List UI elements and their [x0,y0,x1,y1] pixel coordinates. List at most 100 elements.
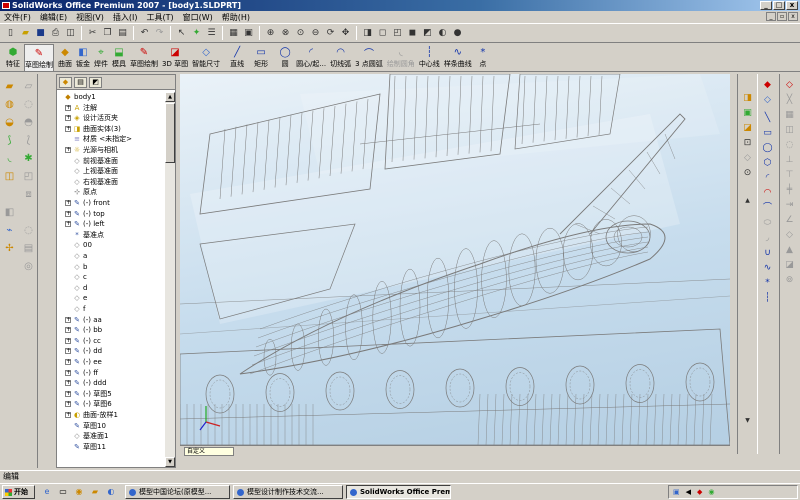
tree-item[interactable]: ◇ 右视基准面 [57,177,165,188]
tool-11-icon[interactable]: ◇ [783,229,796,242]
tree-expand-toggle[interactable]: + [65,380,71,387]
scroll-up-arrow[interactable]: ▲ [165,92,175,102]
cut-icon[interactable]: ✂ [86,27,99,40]
cmd-rectangle[interactable]: ▭ 矩形 [254,44,268,72]
rect-small-icon[interactable]: ▭ [761,127,774,140]
tangent-arc-small-icon[interactable]: ◠ [761,187,774,200]
doc-restore-button[interactable]: ▫ [777,12,787,21]
centerline-small-icon[interactable]: ┆ [761,292,774,305]
menu-help[interactable]: 帮助(H) [222,12,250,23]
menu-file[interactable]: 文件(F) [4,12,31,23]
tree-item[interactable]: + ✎ (-) bb [57,325,165,336]
extrude-cut-icon[interactable]: ▱ [22,80,35,93]
tool-6-icon[interactable]: ⊥ [783,154,796,167]
cmd-sketch-fillet[interactable]: ◟ 绘制圆角 [387,44,415,72]
fillet-icon[interactable]: ◟ [3,152,16,165]
tree-item[interactable]: + ✎ (-) ee [57,357,165,368]
cmd-3d-sketch[interactable]: ◪ 3D 草图 [162,44,188,72]
redo-icon[interactable]: ↷ [153,27,166,40]
tree-item[interactable]: + ✎ (-) aa [57,315,165,326]
tool-3-icon[interactable]: ▦ [783,109,796,122]
polygon-small-icon[interactable]: ⬡ [761,157,774,170]
desktop-icon[interactable]: ▭ [57,486,69,498]
tree-item[interactable]: ≡ 材质 <未指定> [57,134,165,145]
rotate-icon[interactable]: ⟳ [324,27,337,40]
section-view-icon[interactable]: ◩ [421,27,434,40]
spline-small-icon[interactable]: ∿ [761,262,774,275]
top-view-icon[interactable]: ◪ [741,122,754,135]
print-preview-icon[interactable]: ◫ [64,27,77,40]
network-icon[interactable]: ▣ [673,488,680,496]
circular-pattern-icon[interactable]: ◎ [22,260,35,273]
tree-expand-toggle[interactable]: + [65,104,71,111]
tree-expand-toggle[interactable]: + [65,200,71,206]
zoom-area-icon[interactable]: ⊗ [279,27,292,40]
tree-expand-toggle[interactable]: + [65,210,71,217]
sketch-toolbar-icon[interactable]: ◆ [761,79,774,92]
shaded-icon[interactable]: ◼ [406,27,419,40]
taskbar-task-model[interactable]: 模型设计制作技术交流... [233,485,343,499]
volume-icon[interactable]: ◀ [686,488,691,496]
doc-minimize-button[interactable]: _ [766,12,776,21]
tool-10-icon[interactable]: ∠ [783,214,796,227]
tree-expand-toggle[interactable]: + [65,316,71,323]
zoom-fit-icon[interactable]: ⊕ [264,27,277,40]
tree-item[interactable]: ◇ f [57,304,165,315]
tree-item[interactable]: + ✎ (-) top [57,209,165,220]
shell-icon[interactable]: ◫ [3,170,16,183]
smart-dim-small-icon[interactable]: ◇ [761,94,774,107]
tree-item[interactable]: + ◨ 曲面实体(3) [57,124,165,135]
tree-item[interactable]: ◇ b [57,262,165,273]
cmd-tangent-arc[interactable]: ◠ 切线弧 [330,44,351,72]
tree-item[interactable]: ◇ 上视基准面 [57,166,165,177]
tree-item[interactable]: + A 注解 [57,103,165,114]
point-small-icon[interactable]: * [761,277,774,290]
partial-ellipse-small-icon[interactable]: ◞ [761,232,774,245]
options-icon[interactable]: ☰ [205,27,218,40]
view-orient-icon[interactable]: ◨ [361,27,374,40]
open-icon[interactable]: ▰ [19,27,32,40]
zoom-out-icon[interactable]: ⊖ [309,27,322,40]
linear-pattern-icon[interactable]: ▤ [22,242,35,255]
maximize-button[interactable]: □ [773,1,785,10]
chamfer-icon[interactable]: ✱ [22,152,35,165]
tree-item[interactable]: + ✎ (-) ff [57,368,165,379]
tool-2-icon[interactable]: ╳ [783,94,796,107]
tree-item[interactable]: ⊹ 原点 [57,187,165,198]
curve-icon[interactable]: ⌁ [3,224,16,237]
tree-item[interactable]: ◆ body1 [57,92,165,103]
mirror-icon[interactable]: ◧ [3,206,16,219]
right-view-icon[interactable]: ⊡ [741,137,754,150]
cmd-sheetmetal[interactable]: ◧ 钣金 [76,44,90,72]
property-manager-tab[interactable]: ▤ [74,77,87,88]
tree-item[interactable]: ✎ 草图10 [57,421,165,432]
cmd-three-point-arc[interactable]: ⌒ 3 点圆弧 [355,44,383,72]
close-button[interactable]: x [786,1,798,10]
view-tab[interactable]: 自定义 [184,447,234,456]
cmd-circle[interactable]: ◯ 圆 [278,44,292,72]
menu-insert[interactable]: 插入(I) [113,12,138,23]
feature-tree-scrollbar[interactable]: ▲ ▼ [165,92,175,467]
back-view-icon[interactable]: ▣ [741,107,754,120]
tree-item[interactable]: ◇ 00 [57,240,165,251]
tool-1-icon[interactable]: ◇ [783,79,796,92]
tool-12-icon[interactable]: ▲ [783,244,796,257]
loft-cut-icon[interactable]: ⟅ [22,134,35,147]
tree-item[interactable]: ◇ 基准面1 [57,431,165,442]
print-icon[interactable]: ⎙ [49,27,62,40]
tool-7-icon[interactable]: ⊤ [783,169,796,182]
menu-tools[interactable]: 工具(T) [146,12,173,23]
copy-icon[interactable]: ❐ [101,27,114,40]
pan-icon[interactable]: ✥ [339,27,352,40]
tool-5-icon[interactable]: ◌ [783,139,796,152]
light-icon[interactable]: ● [451,27,464,40]
tree-item[interactable]: + ✎ (-) ddd [57,378,165,389]
rib-icon[interactable]: ◰ [22,170,35,183]
tree-expand-toggle[interactable]: + [65,390,71,397]
revolve-cut-icon[interactable]: ◌ [22,98,35,111]
tool-14-icon[interactable]: ⊚ [783,274,796,287]
tree-item[interactable]: + ✎ (-) 草图6 [57,399,165,410]
tree-item[interactable]: ◇ a [57,251,165,262]
tree-expand-toggle[interactable]: + [65,348,71,355]
tree-expand-toggle[interactable]: + [65,115,71,122]
